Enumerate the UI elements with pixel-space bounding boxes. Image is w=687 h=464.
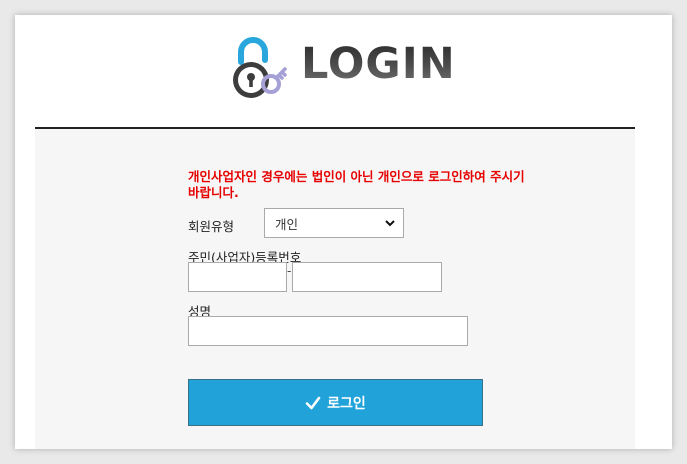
padlock-key-icon bbox=[233, 37, 287, 98]
login-form: 개인사업자인 경우에는 법인이 아닌 개인으로 로그인하여 주시기 바랍니다. … bbox=[35, 129, 635, 449]
reg-number-separator: - bbox=[287, 264, 292, 278]
chevron-down-icon bbox=[385, 220, 395, 227]
login-button[interactable]: 로그인 bbox=[188, 379, 483, 426]
member-type-label: 회원유형 bbox=[188, 219, 235, 234]
member-type-select[interactable]: 개인 bbox=[264, 208, 404, 238]
reg-number-first-input[interactable] bbox=[188, 262, 287, 292]
login-button-label: 로그인 bbox=[327, 395, 366, 412]
notice-text: 개인사업자인 경우에는 법인이 아닌 개인으로 로그인하여 주시기 바랍니다. bbox=[188, 169, 525, 200]
login-title: LOGIN bbox=[301, 38, 456, 89]
reg-number-second-input[interactable] bbox=[292, 262, 442, 292]
login-card: LOGIN 개인사업자인 경우에는 법인이 아닌 개인으로 로그인하여 주시기 … bbox=[15, 15, 672, 449]
check-icon bbox=[305, 396, 321, 409]
member-type-value: 개인 bbox=[275, 216, 299, 232]
name-input[interactable] bbox=[188, 316, 468, 346]
login-logo: LOGIN bbox=[227, 27, 457, 107]
